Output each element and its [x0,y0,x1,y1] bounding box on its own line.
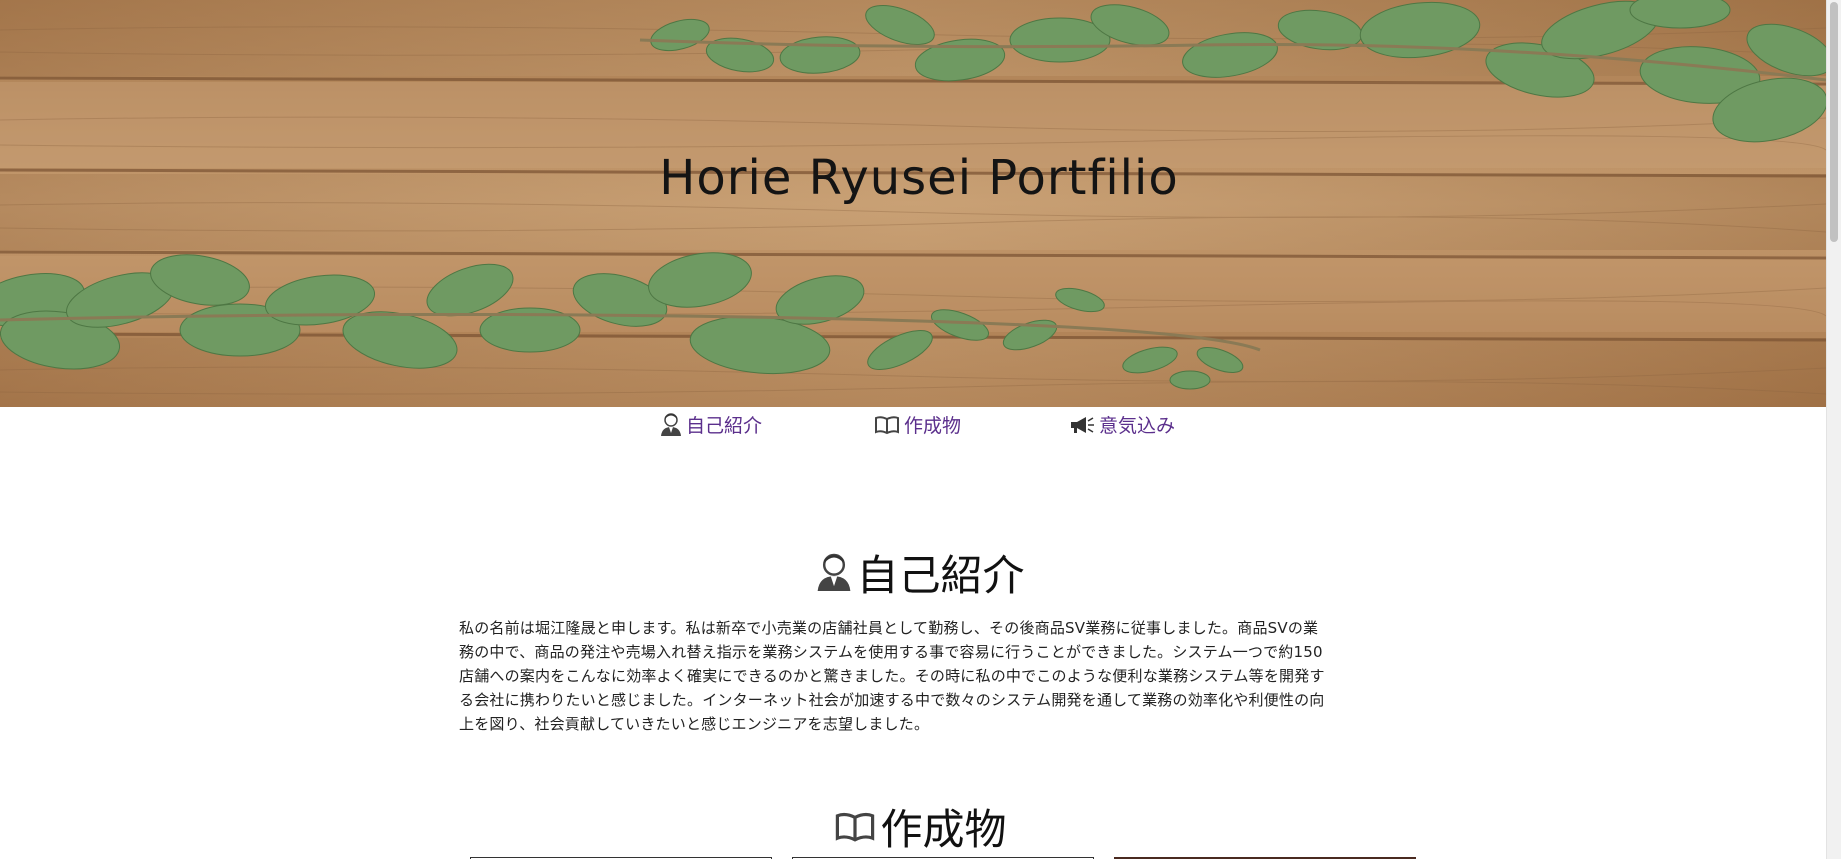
self-intro-line: 上を図り、社会貢献していきたいと感じエンジニアを志望しました。 [459,715,930,733]
page: Horie Ryusei Portfilio 自己紹介 作成物 意気込み 自己紹… [0,0,1841,859]
main-nav: 自己紹介 作成物 意気込み [0,408,1826,442]
hero-title: Horie Ryusei Portfilio [659,150,1179,206]
vertical-scrollbar[interactable] [1826,0,1841,859]
self-intro-heading-text: 自己紹介 [856,551,1025,600]
book-icon [874,415,900,435]
works-heading: 作成物 [0,796,1826,857]
nav-link-works-label: 作成物 [904,415,962,437]
self-intro-line: 私の名前は堀江隆晟と申します。私は新卒で小売業の店舗社員として勤務し、その後商品… [459,619,1319,637]
content-area: Horie Ryusei Portfilio 自己紹介 作成物 意気込み 自己紹… [0,0,1826,859]
self-intro-line: 務の中で、商品の発注や売場入れ替え指示を業務システムを使用する事で容易に行うこと… [459,643,1323,661]
nav-link-self-intro-label: 自己紹介 [686,415,763,437]
nav-link-self-intro[interactable]: 自己紹介 [660,411,762,438]
self-intro-line: る会社に携わりたいと感じました。インターネット社会が加速する中で数々のシステム開… [459,691,1325,709]
person-icon [816,552,852,594]
person-icon [660,412,682,437]
works-heading-text: 作成物 [880,805,1007,854]
megaphone-icon [1069,415,1095,435]
self-intro-heading: 自己紹介 [0,542,1826,603]
hero-banner: Horie Ryusei Portfilio [0,0,1826,407]
nav-link-works[interactable]: 作成物 [874,411,961,438]
self-intro-text: 私の名前は堀江隆晟と申します。私は新卒で小売業の店舗社員として勤務し、その後商品… [459,616,1379,736]
nav-link-aspiration-label: 意気込み [1099,415,1176,437]
self-intro-line: 店舗への案内をこんなに効率よく確実にできるのかと驚きました。その時に私の中でこの… [459,667,1325,685]
nav-link-aspiration[interactable]: 意気込み [1069,411,1175,438]
book-icon [834,811,876,843]
scrollbar-thumb[interactable] [1830,2,1838,242]
